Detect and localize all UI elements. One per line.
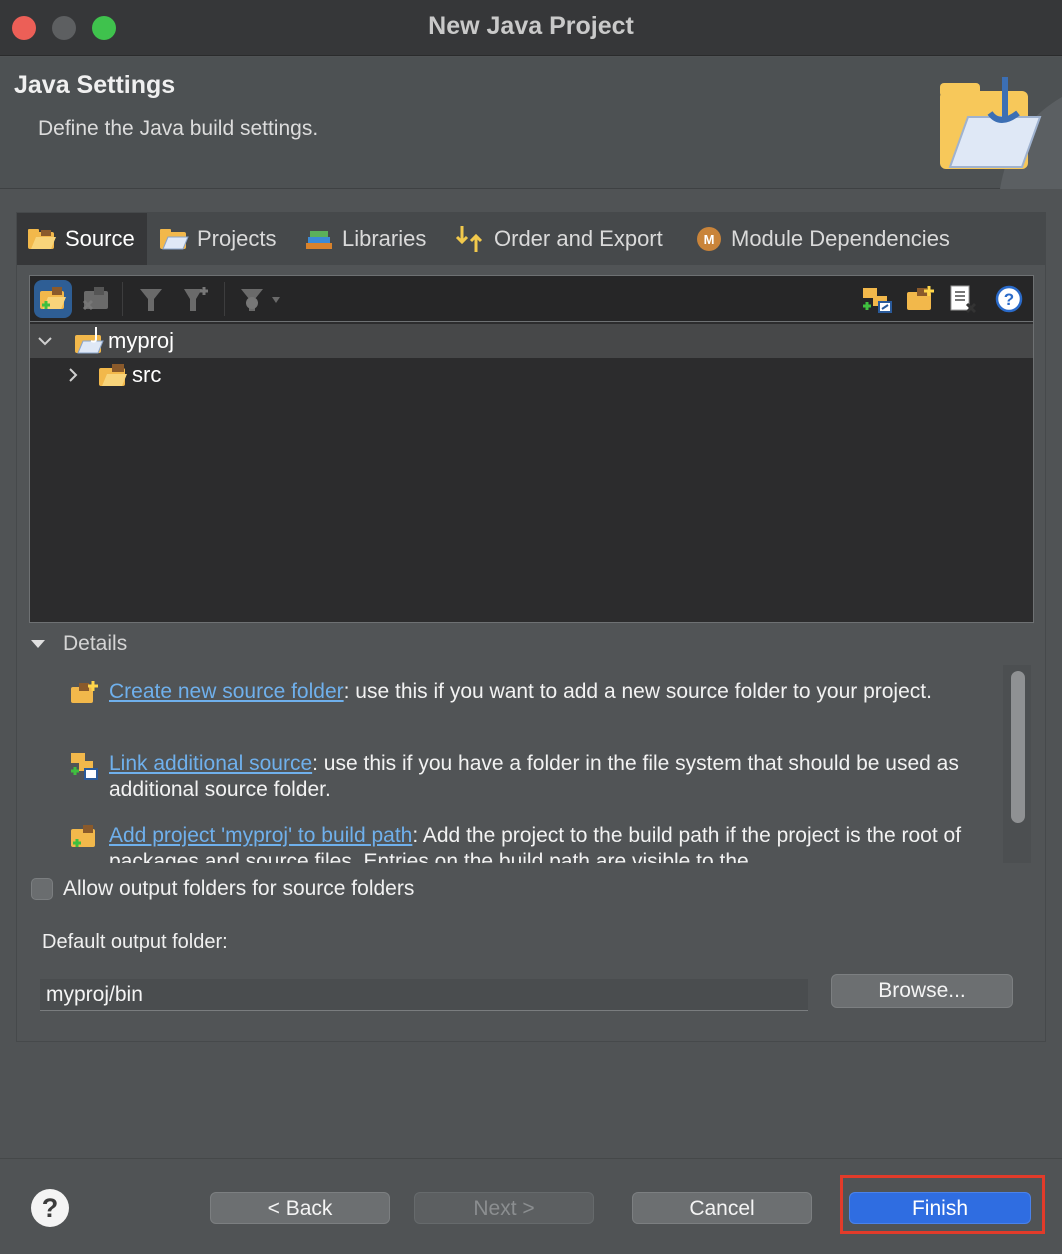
document-remove-icon	[950, 285, 977, 314]
help-icon: ?	[995, 285, 1023, 313]
browse-button[interactable]: Browse...	[831, 974, 1013, 1008]
tree-item-src[interactable]: src	[30, 358, 1033, 392]
chevron-down-icon[interactable]	[32, 335, 58, 347]
help-button[interactable]: ?	[31, 1189, 69, 1227]
tab-order-export[interactable]: Order and Export	[454, 213, 663, 265]
wizard-header: Java Settings Define the Java build sett…	[0, 57, 1062, 189]
allow-output-folders-option[interactable]: Allow output folders for source folders	[31, 877, 414, 901]
link-source-icon	[69, 751, 99, 788]
tree-toolbar: ?	[30, 276, 1033, 322]
window-title: New Java Project	[428, 12, 634, 40]
tab-module-dependencies-label: Module Dependencies	[731, 226, 950, 251]
remove-entry-button[interactable]	[944, 280, 982, 318]
remove-source-folder-icon	[82, 287, 108, 311]
add-project-icon	[69, 823, 99, 858]
details-label: Details	[63, 632, 128, 655]
tree-help-button[interactable]: ?	[990, 280, 1028, 318]
window-titlebar: New Java Project	[0, 0, 1062, 56]
build-settings-panel: Source Projects Libraries Order and Expo…	[16, 212, 1046, 1042]
filter-icon	[140, 289, 162, 311]
tab-bar: Source Projects Libraries Order and Expo…	[17, 213, 1045, 265]
package-folder-icon	[98, 362, 130, 388]
details-scrollbar-thumb[interactable]	[1011, 671, 1025, 823]
allow-output-folders-label: Allow output folders for source folders	[63, 877, 415, 900]
tab-projects[interactable]: Projects	[159, 213, 276, 265]
libraries-icon	[304, 227, 334, 251]
source-tree: ? myproj src	[29, 275, 1034, 623]
link-source-icon	[863, 288, 892, 313]
add-source-folder-icon	[40, 287, 66, 309]
tab-libraries-label: Libraries	[342, 226, 427, 251]
tab-projects-label: Projects	[197, 226, 277, 251]
add-source-folder-button[interactable]	[34, 280, 72, 318]
tab-order-export-label: Order and Export	[494, 226, 663, 251]
finish-button[interactable]: Finish	[849, 1192, 1031, 1224]
filter-add-icon	[184, 287, 208, 311]
new-folder-icon	[907, 286, 934, 310]
tab-libraries[interactable]: Libraries	[304, 213, 426, 265]
svg-text:?: ?	[1004, 290, 1014, 309]
detail-link-source: Link additional source: use this if you …	[69, 751, 999, 803]
create-source-folder-link[interactable]: Create new source folder	[109, 680, 344, 703]
page-description: Define the Java build settings.	[38, 117, 319, 140]
source-folder-icon	[27, 227, 57, 251]
remove-source-folder-button[interactable]	[76, 280, 114, 318]
default-output-folder-field[interactable]: myproj/bin	[40, 979, 808, 1011]
page-title: Java Settings	[14, 71, 176, 99]
detail-create-source-folder: Create new source folder: use this if yo…	[69, 679, 999, 705]
footer-divider	[0, 1158, 1062, 1159]
details-toggle[interactable]: Details	[29, 629, 127, 659]
add-project-to-build-path-link[interactable]: Add project 'myproj' to build path	[109, 824, 412, 847]
tree-item-project-label: myproj	[108, 328, 175, 353]
create-source-folder-button[interactable]	[902, 280, 940, 318]
create-source-folder-text: : use this if you want to add a new sour…	[343, 680, 932, 703]
detail-add-project: Add project 'myproj' to build path: Add …	[69, 823, 999, 863]
details-content: Create new source folder: use this if yo…	[57, 667, 1007, 863]
triangle-down-icon	[29, 638, 47, 650]
edit-inclusion-filter-button[interactable]	[132, 280, 170, 318]
tree-item-project[interactable]: myproj	[30, 324, 1033, 358]
new-source-folder-icon	[69, 679, 99, 714]
tab-source[interactable]: Source	[17, 213, 147, 265]
order-export-icon	[454, 224, 486, 254]
next-button[interactable]: Next >	[414, 1192, 594, 1224]
svg-text:M: M	[704, 232, 715, 247]
chevron-right-icon[interactable]	[60, 367, 86, 383]
cancel-button[interactable]: Cancel	[632, 1192, 812, 1224]
tree-item-src-label: src	[132, 362, 162, 387]
edit-exclusion-filter-button[interactable]	[176, 280, 214, 318]
tab-source-label: Source	[65, 226, 135, 251]
configure-output-dropdown-button[interactable]	[232, 280, 288, 318]
details-scrollbar[interactable]	[1003, 665, 1031, 863]
allow-output-folders-checkbox[interactable]	[31, 878, 53, 900]
help-icon: ?	[41, 1192, 59, 1223]
java-project-icon	[74, 327, 106, 355]
link-source-button[interactable]	[858, 280, 896, 318]
link-additional-source-link[interactable]: Link additional source	[109, 752, 312, 775]
module-icon: M	[695, 225, 723, 253]
back-button[interactable]: < Back	[210, 1192, 390, 1224]
projects-icon	[159, 227, 189, 251]
default-output-folder-label: Default output folder:	[42, 931, 228, 953]
tab-module-dependencies[interactable]: M Module Dependencies	[695, 213, 950, 265]
output-settings-icon	[241, 289, 280, 311]
new-java-project-banner-icon	[940, 77, 1062, 189]
